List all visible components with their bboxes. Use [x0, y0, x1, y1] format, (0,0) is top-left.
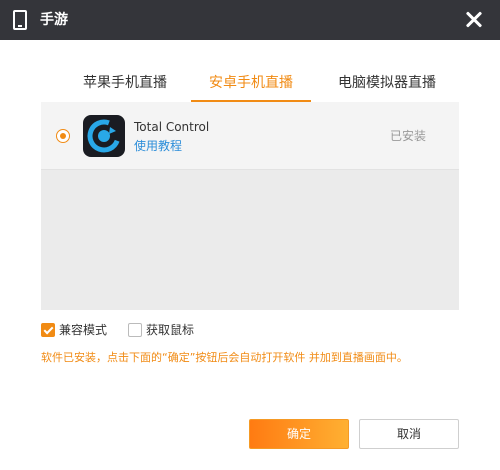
compat-mode-check-icon[interactable]: [41, 323, 55, 337]
capture-mouse-label: 获取鼠标: [146, 323, 195, 337]
capture-mouse-checkbox[interactable]: 获取鼠标: [128, 322, 208, 338]
tab-emulator-live[interactable]: 电脑模拟器直播: [317, 64, 457, 102]
list-item[interactable]: Total Control 使用教程 已安装: [41, 102, 459, 170]
app-radio-button[interactable]: [56, 129, 70, 143]
confirm-button[interactable]: 确定: [249, 419, 349, 449]
title-bar: 手游: [0, 0, 500, 40]
tab-android-live[interactable]: 安卓手机直播: [191, 64, 311, 102]
compat-mode-checkbox[interactable]: 兼容模式: [41, 322, 121, 338]
install-notice: 软件已安装，点击下面的“确定”按钮后会自动打开软件 并加到直播画面中。: [41, 351, 408, 364]
tab-bar: 苹果手机直播 安卓手机直播 电脑模拟器直播: [41, 64, 459, 102]
tutorial-link[interactable]: 使用教程: [134, 138, 182, 154]
window-title: 手游: [40, 12, 68, 28]
close-button[interactable]: [462, 8, 486, 32]
total-control-app-icon: [83, 115, 125, 157]
tab-iphone-live[interactable]: 苹果手机直播: [61, 64, 189, 102]
capture-mouse-check-icon[interactable]: [128, 323, 142, 337]
phone-icon: [13, 10, 27, 30]
app-list: Total Control 使用教程 已安装: [41, 102, 459, 310]
compat-mode-label: 兼容模式: [59, 323, 108, 337]
install-status: 已安装: [390, 129, 427, 143]
app-name: Total Control: [134, 120, 210, 134]
cancel-button[interactable]: 取消: [359, 419, 459, 449]
